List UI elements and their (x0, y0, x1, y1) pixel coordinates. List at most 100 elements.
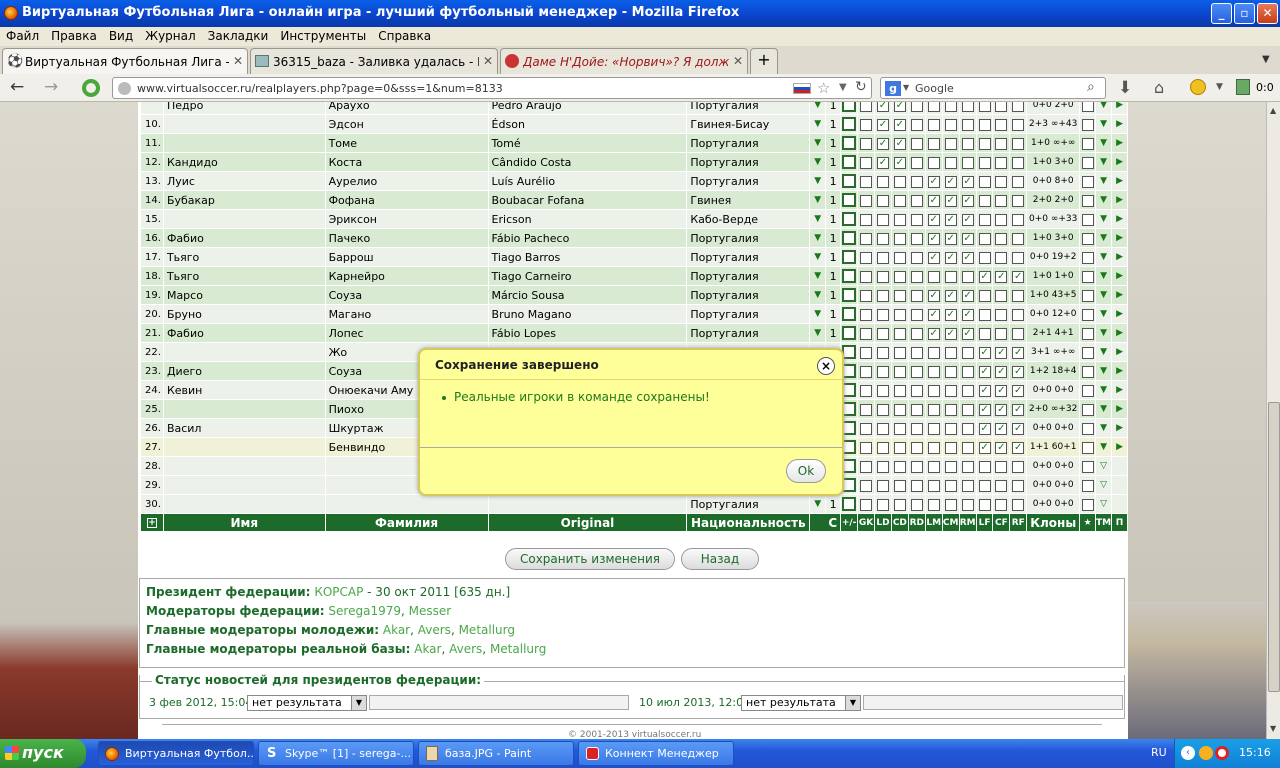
row-dropdown-icon[interactable]: ▼ (809, 228, 827, 248)
position-checkbox[interactable]: ✓ (975, 380, 994, 400)
position-checkbox[interactable]: ✓ (958, 190, 977, 210)
col-rm[interactable]: RM (958, 513, 977, 532)
maximize-button[interactable]: ▫ (1234, 3, 1255, 24)
star-checkbox[interactable] (1079, 171, 1097, 191)
position-checkbox[interactable]: ✓ (890, 114, 909, 134)
position-checkbox[interactable]: ✓ (924, 304, 943, 324)
menu-bookmarks[interactable]: Закладки (202, 27, 275, 43)
position-checkbox[interactable] (924, 102, 943, 115)
position-checkbox[interactable] (857, 114, 876, 134)
play-icon[interactable]: ▶ (1111, 437, 1128, 457)
news-result-select[interactable]: нет результата ▼ (247, 695, 367, 711)
plusminus-checkbox[interactable] (840, 247, 859, 267)
col-original[interactable]: Original (487, 513, 688, 532)
position-checkbox[interactable] (857, 133, 876, 153)
position-checkbox[interactable]: ✓ (1009, 437, 1028, 457)
tm-dropdown-icon[interactable]: ▼ (1095, 266, 1113, 286)
star-checkbox[interactable] (1079, 399, 1097, 419)
position-checkbox[interactable] (874, 342, 892, 362)
position-checkbox[interactable] (907, 342, 926, 362)
position-checkbox[interactable] (890, 475, 909, 495)
position-checkbox[interactable]: ✓ (890, 102, 909, 115)
position-checkbox[interactable] (857, 380, 876, 400)
google-icon[interactable]: g (885, 81, 901, 96)
plusminus-checkbox[interactable] (840, 266, 859, 286)
star-checkbox[interactable] (1079, 285, 1097, 305)
position-checkbox[interactable]: ✓ (941, 228, 960, 248)
play-icon[interactable]: ▶ (1111, 209, 1128, 229)
position-checkbox[interactable]: ✓ (992, 399, 1011, 419)
position-checkbox[interactable] (958, 361, 977, 381)
close-tab-icon[interactable]: ✕ (733, 54, 743, 68)
position-checkbox[interactable] (941, 418, 960, 438)
plusminus-checkbox[interactable] (840, 190, 859, 210)
tm-dropdown-icon[interactable]: ▽ (1095, 456, 1113, 476)
position-checkbox[interactable] (941, 475, 960, 495)
position-checkbox[interactable] (907, 475, 926, 495)
tm-dropdown-icon[interactable]: ▼ (1095, 323, 1113, 343)
row-dropdown-icon[interactable]: ▼ (809, 171, 827, 191)
moderator-link[interactable]: Messer (409, 604, 452, 618)
position-checkbox[interactable]: ✓ (1009, 418, 1028, 438)
position-checkbox[interactable] (907, 380, 926, 400)
ok-button[interactable]: Ok (786, 459, 826, 483)
position-checkbox[interactable]: ✓ (924, 171, 943, 191)
position-checkbox[interactable] (874, 190, 892, 210)
col-cm[interactable]: CM (941, 513, 960, 532)
position-checkbox[interactable] (975, 475, 994, 495)
position-checkbox[interactable] (907, 266, 926, 286)
position-checkbox[interactable]: ✓ (890, 133, 909, 153)
menu-help[interactable]: Справка (372, 27, 437, 43)
col-gk[interactable]: GK (857, 513, 876, 532)
col-surname[interactable]: Фамилия (324, 513, 489, 532)
position-checkbox[interactable] (975, 209, 994, 229)
position-checkbox[interactable] (874, 418, 892, 438)
position-checkbox[interactable] (958, 266, 977, 286)
play-icon[interactable]: ▶ (1111, 304, 1128, 324)
position-checkbox[interactable]: ✓ (941, 171, 960, 191)
position-checkbox[interactable] (857, 190, 876, 210)
position-checkbox[interactable]: ✓ (992, 361, 1011, 381)
menu-view[interactable]: Вид (103, 27, 139, 43)
position-checkbox[interactable] (924, 342, 943, 362)
position-checkbox[interactable] (857, 266, 876, 286)
position-checkbox[interactable] (975, 114, 994, 134)
position-checkbox[interactable] (992, 171, 1011, 191)
position-checkbox[interactable] (907, 247, 926, 267)
position-checkbox[interactable]: ✓ (941, 247, 960, 267)
position-checkbox[interactable] (857, 342, 876, 362)
page-scrollbar[interactable]: ▲ ▼ (1266, 102, 1280, 739)
position-checkbox[interactable] (975, 304, 994, 324)
position-checkbox[interactable] (924, 456, 943, 476)
row-dropdown-icon[interactable]: ▼ (809, 152, 827, 172)
close-tab-icon[interactable]: ✕ (233, 54, 243, 68)
scroll-down-icon[interactable]: ▼ (1270, 724, 1276, 733)
col-c[interactable]: С (809, 513, 842, 532)
play-icon[interactable]: ▶ (1111, 133, 1128, 153)
position-checkbox[interactable] (890, 171, 909, 191)
position-checkbox[interactable] (1009, 456, 1028, 476)
col-p[interactable]: П (1111, 513, 1128, 532)
position-checkbox[interactable] (958, 114, 977, 134)
position-checkbox[interactable] (857, 437, 876, 457)
row-dropdown-icon[interactable]: ▼ (809, 247, 827, 267)
history-dropdown-icon[interactable]: ▼ (839, 82, 847, 93)
position-checkbox[interactable]: ✓ (992, 437, 1011, 457)
position-checkbox[interactable]: ✓ (924, 209, 943, 229)
star-checkbox[interactable] (1079, 102, 1097, 115)
plusminus-checkbox[interactable] (840, 209, 859, 229)
moderator-link[interactable]: Akar (414, 642, 441, 656)
position-checkbox[interactable]: ✓ (958, 285, 977, 305)
position-checkbox[interactable] (958, 342, 977, 362)
position-checkbox[interactable] (890, 228, 909, 248)
plusminus-checkbox[interactable] (840, 133, 859, 153)
position-checkbox[interactable] (992, 152, 1011, 172)
position-checkbox[interactable]: ✓ (992, 418, 1011, 438)
position-checkbox[interactable] (941, 380, 960, 400)
position-checkbox[interactable] (857, 494, 876, 514)
position-checkbox[interactable] (975, 152, 994, 172)
position-checkbox[interactable] (941, 437, 960, 457)
position-checkbox[interactable] (857, 323, 876, 343)
position-checkbox[interactable]: ✓ (1009, 380, 1028, 400)
position-checkbox[interactable] (890, 266, 909, 286)
